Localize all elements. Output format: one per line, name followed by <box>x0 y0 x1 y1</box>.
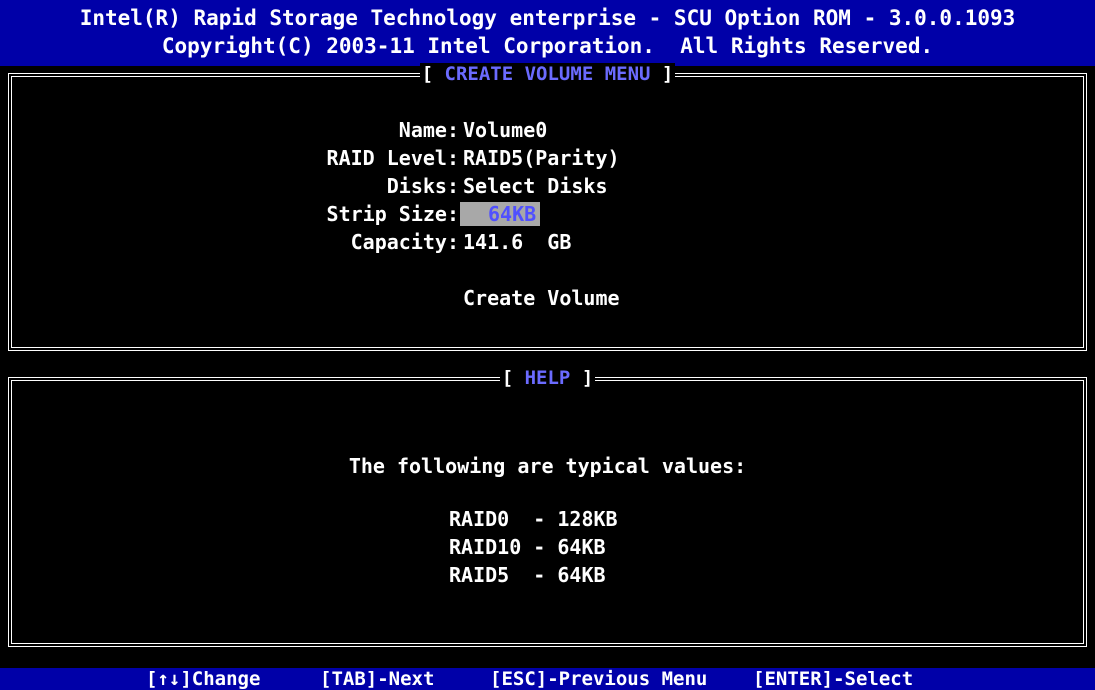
raid-level-field[interactable]: RAID5(Parity) <box>463 144 620 172</box>
help-bracket-open: [ <box>501 367 514 389</box>
raid-level-row[interactable]: RAID Level: RAID5(Parity) <box>12 144 1083 172</box>
create-volume-button[interactable]: Create Volume <box>463 284 620 312</box>
help-value-raid10: RAID10 - 64KB <box>449 535 606 559</box>
key-hint-next: [TAB]-Next <box>320 668 435 690</box>
key-hint-select: [ENTER]-Select <box>753 668 914 690</box>
product-title: Intel(R) Rapid Storage Technology enterp… <box>79 6 1016 30</box>
name-field[interactable]: Volume0 <box>463 116 547 144</box>
name-label: Name: <box>398 118 459 142</box>
capacity-row[interactable]: Capacity: 141.6 GB <box>12 228 1083 256</box>
strip-size-label: Strip Size: <box>326 202 459 226</box>
help-value-raid5: RAID5 - 64KB <box>449 563 606 587</box>
disks-label: Disks: <box>386 174 459 198</box>
disks-field[interactable]: Select Disks <box>463 172 608 200</box>
name-row[interactable]: Name: Volume0 <box>12 116 1083 144</box>
title-bracket-open: [ <box>421 63 434 85</box>
copyright-notice: Copyright(C) 2003-11 Intel Corporation. … <box>161 34 934 58</box>
raid-level-label: RAID Level: <box>326 146 459 170</box>
help-title: [ HELP ] <box>12 365 1083 391</box>
create-volume-heading: CREATE VOLUME MENU <box>444 63 651 85</box>
key-hint-previous-menu: [ESC]-Previous Menu <box>490 668 708 690</box>
create-volume-panel: [ CREATE VOLUME MENU ] Name: Volume0 RAI… <box>8 63 1087 351</box>
strip-size-row[interactable]: Strip Size: 64KB <box>12 200 1083 228</box>
bios-header: Intel(R) Rapid Storage Technology enterp… <box>0 0 1095 66</box>
capacity-label: Capacity: <box>350 230 459 254</box>
help-value-raid0: RAID0 - 128KB <box>449 507 618 531</box>
key-hints-bar: [↑↓]Change [TAB]-Next [ESC]-Previous Men… <box>0 668 1095 690</box>
key-hint-change: [↑↓]Change <box>146 668 261 690</box>
disks-row[interactable]: Disks: Select Disks <box>12 172 1083 200</box>
help-panel: [ HELP ] The following are typical value… <box>8 367 1087 647</box>
help-description: The following are typical values: <box>348 454 747 478</box>
title-bracket-close: ] <box>661 63 674 85</box>
help-heading-label: HELP <box>524 367 571 389</box>
help-bracket-close: ] <box>581 367 594 389</box>
strip-size-field[interactable]: 64KB <box>460 202 541 226</box>
capacity-field[interactable]: 141.6 GB <box>463 228 571 256</box>
